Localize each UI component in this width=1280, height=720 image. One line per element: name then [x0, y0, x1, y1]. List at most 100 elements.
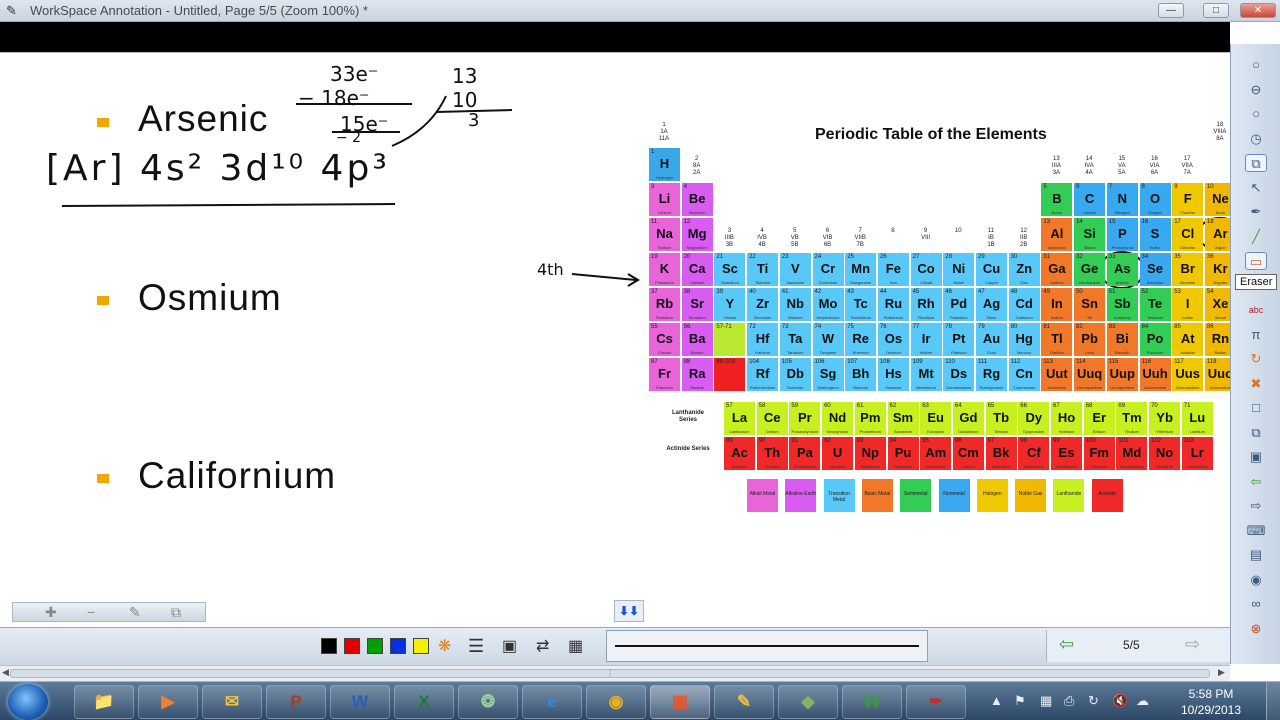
element-cell: 27 Co Cobalt	[910, 253, 942, 286]
tray-app-icon[interactable]: ☁	[1136, 693, 1149, 709]
taskbar-outlook-icon[interactable]: ✉	[202, 685, 262, 719]
element-number: 22	[749, 254, 756, 260]
scroll-right-icon[interactable]: ▶	[1218, 667, 1225, 678]
clock-icon[interactable]: ◷	[1245, 130, 1267, 148]
taskbar-excel-icon[interactable]: X	[394, 685, 454, 719]
expand-toolbar-icon[interactable]: ⬇⬇	[614, 600, 644, 622]
element-symbol: Zn	[1016, 261, 1033, 276]
taskbar-workspace-icon[interactable]: W	[842, 685, 902, 719]
grid-icon[interactable]: ▦	[568, 636, 583, 656]
element-symbol: Uuq	[1076, 366, 1103, 381]
element-name: Samarium	[893, 429, 913, 434]
element-cell: 61 Pm Promethium	[854, 402, 886, 435]
show-desktop-button[interactable]	[1266, 682, 1280, 720]
element-name: Niobium	[787, 315, 803, 320]
circle-icon[interactable]: ○	[1245, 105, 1267, 123]
element-number: 10	[1206, 184, 1214, 190]
taskbar-loading-icon[interactable]: ❂	[458, 685, 518, 719]
element-cell: 44 Ru Ruthenium	[877, 288, 909, 321]
element-symbol: Th	[764, 445, 781, 460]
cross-icon[interactable]: ✖	[1245, 375, 1267, 393]
marker-icon[interactable]: ╱	[1245, 228, 1267, 246]
minus-icon[interactable]: ⊖	[1245, 81, 1267, 99]
color-swatch[interactable]	[321, 638, 337, 654]
element-symbol: Cu	[982, 261, 1001, 276]
scroll-left-icon[interactable]: ◀	[2, 667, 9, 678]
taskbar-explorer-icon[interactable]: 📁	[74, 685, 134, 719]
element-name: Ruthenium	[883, 315, 904, 320]
color-swatch[interactable]	[413, 638, 429, 654]
pages-icon[interactable]: ⧉	[1245, 424, 1267, 442]
circle-icon[interactable]: ○	[1245, 56, 1267, 74]
camera-icon[interactable]: ◉	[1245, 571, 1267, 589]
element-number: 62	[889, 403, 897, 409]
keyboard-icon[interactable]: ⌨	[1245, 522, 1267, 540]
page-icon[interactable]: □	[1245, 399, 1267, 417]
edit-page-icon[interactable]: ✎	[129, 604, 141, 621]
element-symbol: B	[1052, 191, 1062, 206]
taskbar-word-icon[interactable]: W	[330, 685, 390, 719]
taskbar-media-player-icon[interactable]: ▶	[138, 685, 198, 719]
element-symbol: Fm	[1089, 445, 1109, 460]
color-swatch[interactable]	[390, 638, 406, 654]
taskbar-notes-icon[interactable]: ✎	[714, 685, 774, 719]
color-swatch[interactable]	[344, 638, 360, 654]
sync-icon[interactable]: ↻	[1088, 693, 1099, 709]
previous-page-icon[interactable]: ⇦	[1059, 634, 1074, 655]
refresh-icon[interactable]: ↻	[1245, 350, 1267, 368]
palette-icon[interactable]: ❋	[438, 636, 451, 656]
next-page-icon[interactable]: ⇨	[1185, 634, 1200, 655]
element-number: 109	[912, 359, 923, 365]
close-icon[interactable]: ⊗	[1245, 620, 1267, 638]
fill-icon[interactable]: ▣	[502, 636, 517, 656]
back-arrow-icon[interactable]: ⇦	[1245, 473, 1267, 491]
line-width-icon[interactable]: ☰	[468, 636, 484, 657]
text-abc-icon[interactable]: abc	[1245, 301, 1267, 319]
element-cell: 74 W Tungsten	[812, 323, 844, 356]
screenshot-icon[interactable]: ▣	[1245, 448, 1267, 466]
display-icon[interactable]: ▤	[1245, 546, 1267, 564]
taskbar-powerpoint-icon[interactable]: P	[266, 685, 326, 719]
horizontal-scrollbar[interactable]: ◀ ⋮ ▶	[0, 665, 1230, 681]
eraser-icon[interactable]: ▭	[1245, 252, 1267, 270]
element-cell: 55 Cs Cesium	[649, 323, 680, 356]
flag-icon[interactable]: ⚑	[1014, 693, 1026, 709]
line-style-icon[interactable]: ⇄	[536, 636, 549, 656]
remove-page-icon[interactable]: −	[87, 604, 95, 620]
copy-icon[interactable]: ⧉	[1245, 154, 1267, 172]
start-button[interactable]	[8, 684, 48, 720]
scrollbar-thumb[interactable]: ⋮	[10, 669, 1210, 678]
element-cell: 105 Db Dubnium	[779, 358, 811, 391]
taskbar-tool-green-icon[interactable]: ◆	[778, 685, 838, 719]
element-cell: 94 Pu Plutonium	[887, 437, 919, 470]
taskbar-chrome-icon[interactable]: ◉	[586, 685, 646, 719]
element-cell: 25 Mn Manganese	[845, 253, 877, 286]
line-preview[interactable]	[606, 630, 928, 662]
taskbar-clock[interactable]: 5:58 PM 10/29/2013	[1176, 686, 1246, 718]
element-name: Tin	[1086, 315, 1093, 320]
clone-page-icon[interactable]: ⧉	[171, 604, 181, 621]
element-cell: 87 Fr Francium	[649, 358, 680, 391]
taskbar-annotation-app-icon[interactable]: ▣	[650, 685, 710, 719]
tray-expand-icon[interactable]: ▲	[990, 693, 1003, 708]
element-name: Nitrogen	[1114, 210, 1130, 215]
color-swatch[interactable]	[367, 638, 383, 654]
element-symbol: Hg	[1015, 331, 1033, 346]
add-page-icon[interactable]: ✚	[45, 604, 57, 621]
printer-icon[interactable]: ⎙	[1064, 693, 1074, 709]
windows-taskbar: 📁 ▶ ✉ P W X ❂ e ◉ ▣ ✎ ◆ W ✒ ▲ ⚑ ▦ ⎙ ↻ 🔇 ☁ 5:58 PM 10/…	[0, 681, 1280, 720]
taskbar-internet-explorer-icon[interactable]: e	[522, 685, 582, 719]
pen-icon[interactable]: ✒	[1245, 203, 1267, 221]
cursor-icon[interactable]: ↖	[1245, 179, 1267, 197]
forward-arrow-icon[interactable]: ⇨	[1245, 497, 1267, 515]
symbol-icon[interactable]: π	[1245, 326, 1267, 344]
element-name: Plutonium	[894, 464, 912, 469]
link-icon[interactable]: ∞	[1245, 595, 1267, 613]
element-name: Zirconium	[753, 315, 772, 320]
element-symbol: Ti	[756, 261, 769, 276]
taskbar-pen-tool-icon[interactable]: ✒	[906, 685, 966, 719]
element-number: 97	[987, 438, 995, 444]
network-icon[interactable]: ▦	[1040, 693, 1052, 709]
element-number: 58	[758, 403, 766, 409]
volume-icon[interactable]: 🔇	[1112, 693, 1128, 709]
